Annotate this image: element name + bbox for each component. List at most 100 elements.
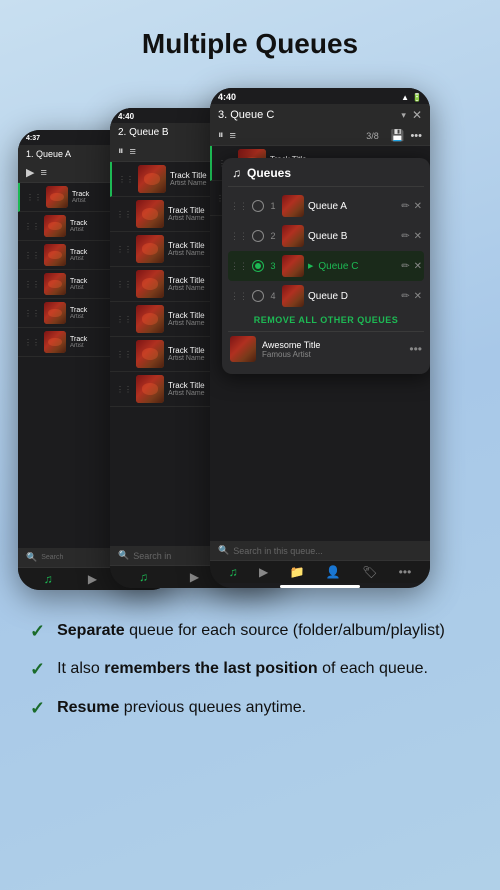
queue-row-b[interactable]: ⋮⋮ 2 Queue B ✏ ✕ (228, 221, 424, 251)
pause-btn-2[interactable]: ⏸ (118, 145, 124, 158)
more-btn[interactable]: ••• (410, 130, 422, 142)
queue-radio-d[interactable] (252, 290, 264, 302)
feature-item-3: ✓ Resume previous queues anytime. (30, 697, 470, 719)
track-thumbnail (44, 215, 66, 237)
queue-edit-btn-a[interactable]: ✏ (401, 201, 409, 212)
queue-close-btn[interactable]: ✕ (412, 108, 422, 122)
feature-item-1: ✓ Separate queue for each source (folder… (30, 620, 470, 642)
sort-btn-3[interactable]: ≡ (230, 130, 236, 142)
time-3: 4:40 (218, 92, 236, 102)
drag-icon: ⋮⋮ (116, 245, 132, 254)
time-2: 4:40 (118, 112, 134, 121)
queue-radio-a[interactable] (252, 200, 264, 212)
queue-radio-c[interactable] (252, 260, 264, 272)
play-btn-1[interactable]: ▶ (26, 166, 34, 179)
feature-text-1: Separate queue for each source (folder/a… (57, 620, 445, 642)
track-count: 3/8 (366, 131, 379, 141)
drag-icon: ⋮⋮ (24, 222, 40, 231)
drag-icon: ⋮⋮ (116, 350, 132, 359)
track-thumbnail (44, 331, 66, 353)
search-placeholder-2: Search in (133, 551, 171, 561)
save-btn[interactable]: 💾 (391, 129, 405, 142)
nav-play-icon[interactable]: ▶ (190, 570, 199, 584)
track-thumbnail (136, 340, 164, 368)
queue-delete-btn-a[interactable]: ✕ (414, 201, 422, 212)
queue-thumbnail-c (282, 255, 304, 277)
drag-icon: ⋮⋮ (116, 210, 132, 219)
queue-delete-btn-b[interactable]: ✕ (414, 231, 422, 242)
drag-icon: ⋮⋮ (230, 201, 248, 212)
queue-name-c: Queue C (318, 261, 397, 272)
queue-num-b: 2 (268, 231, 278, 241)
track-thumbnail (136, 270, 164, 298)
drag-icon: ⋮⋮ (118, 175, 134, 184)
queue-dropdown-arrow[interactable]: ▾ (401, 110, 406, 121)
nav-folder-icon[interactable]: 📁 (290, 565, 305, 579)
sort-btn-2[interactable]: ≡ (130, 146, 136, 158)
queue-edit-btn-b[interactable]: ✏ (401, 231, 409, 242)
track-thumbnail (138, 165, 166, 193)
nav-queue-icon[interactable]: ♫ (139, 570, 148, 584)
queue-row-d[interactable]: ⋮⋮ 4 Queue D ✏ ✕ (228, 281, 424, 311)
queues-icon: ♫ (232, 166, 241, 180)
queue-num-c: 3 (268, 261, 278, 271)
current-track-thumbnail (230, 336, 256, 362)
feature-item-2: ✓ It also remembers the last position of… (30, 658, 470, 680)
track-thumbnail (136, 200, 164, 228)
controls-bar-3: ⏸ ≡ 3/8 💾 ••• (210, 126, 430, 146)
drag-icon: ⋮⋮ (24, 251, 40, 260)
check-icon-1: ✓ (30, 621, 45, 642)
sort-btn-1[interactable]: ≡ (40, 167, 46, 179)
track-thumbnail (46, 186, 68, 208)
queue-radio-b[interactable] (252, 230, 264, 242)
queue-edit-btn-d[interactable]: ✏ (401, 291, 409, 302)
queue-delete-btn-c[interactable]: ✕ (414, 261, 422, 272)
overlay-title: ♫ Queues (228, 166, 424, 187)
page-title: Multiple Queues (0, 0, 500, 70)
feature-text-2: It also remembers the last position of e… (57, 658, 428, 680)
nav-more-icon[interactable]: ••• (399, 565, 412, 579)
overlay-title-text: Queues (247, 166, 291, 180)
drag-icon: ⋮⋮ (230, 291, 248, 302)
queues-overlay: ♫ Queues ⋮⋮ 1 Queue A ✏ ✕ ⋮⋮ 2 (222, 158, 430, 374)
time-1: 4:37 (26, 135, 40, 142)
nav-queue-icon[interactable]: ♫ (44, 572, 53, 586)
nav-person-icon[interactable]: 👤 (326, 565, 341, 579)
drag-icon: ⋮⋮ (116, 385, 132, 394)
track-thumbnail (136, 235, 164, 263)
drag-icon: ⋮⋮ (116, 280, 132, 289)
queue-thumbnail-a (282, 195, 304, 217)
queue-header-3: 3. Queue C ▾ ✕ (210, 104, 430, 126)
drag-icon: ⋮⋮ (116, 315, 132, 324)
drag-icon: ⋮⋮ (230, 231, 248, 242)
queue-name-b: Queue B (308, 231, 397, 242)
playing-icon: ▶ (308, 262, 313, 270)
track-thumbnail (44, 273, 66, 295)
queue-thumbnail-d (282, 285, 304, 307)
queue-row-c[interactable]: ⋮⋮ 3 ▶ Queue C ✏ ✕ (228, 251, 424, 281)
current-track: Awesome Title Famous Artist ••• (228, 331, 424, 366)
more-options-btn[interactable]: ••• (409, 342, 422, 356)
nav-play-icon[interactable]: ▶ (88, 572, 97, 586)
queue-delete-btn-d[interactable]: ✕ (414, 291, 422, 302)
drag-icon: ⋮⋮ (24, 280, 40, 289)
track-thumbnail (136, 305, 164, 333)
bottom-nav-3: ♫ ▶ 📁 👤 🏷 ••• (210, 560, 430, 583)
check-icon-2: ✓ (30, 659, 45, 680)
pause-btn-3[interactable]: ⏸ (218, 129, 224, 142)
queue-edit-btn-c[interactable]: ✏ (401, 261, 409, 272)
track-thumbnail (44, 244, 66, 266)
nav-tag-icon[interactable]: 🏷 (362, 565, 377, 579)
queue-title-3: 3. Queue C (218, 109, 401, 121)
search-placeholder-3: Search in this queue... (233, 546, 323, 556)
phone-3: 4:40 ▲ 🔋 3. Queue C ▾ ✕ ⏸ ≡ 3/8 💾 ••• (210, 88, 430, 588)
remove-all-queues-btn[interactable]: REMOVE ALL OTHER QUEUES (228, 311, 424, 329)
queue-row-a[interactable]: ⋮⋮ 1 Queue A ✏ ✕ (228, 191, 424, 221)
status-icons-3: ▲ 🔋 (401, 93, 422, 102)
search-icon: 🔍 (218, 545, 229, 556)
search-bar-3[interactable]: 🔍 Search in this queue... (210, 541, 430, 560)
track-thumbnail (44, 302, 66, 324)
nav-queue-icon[interactable]: ♫ (229, 565, 238, 579)
current-track-artist: Famous Artist (262, 350, 403, 359)
nav-play-icon[interactable]: ▶ (259, 565, 268, 579)
